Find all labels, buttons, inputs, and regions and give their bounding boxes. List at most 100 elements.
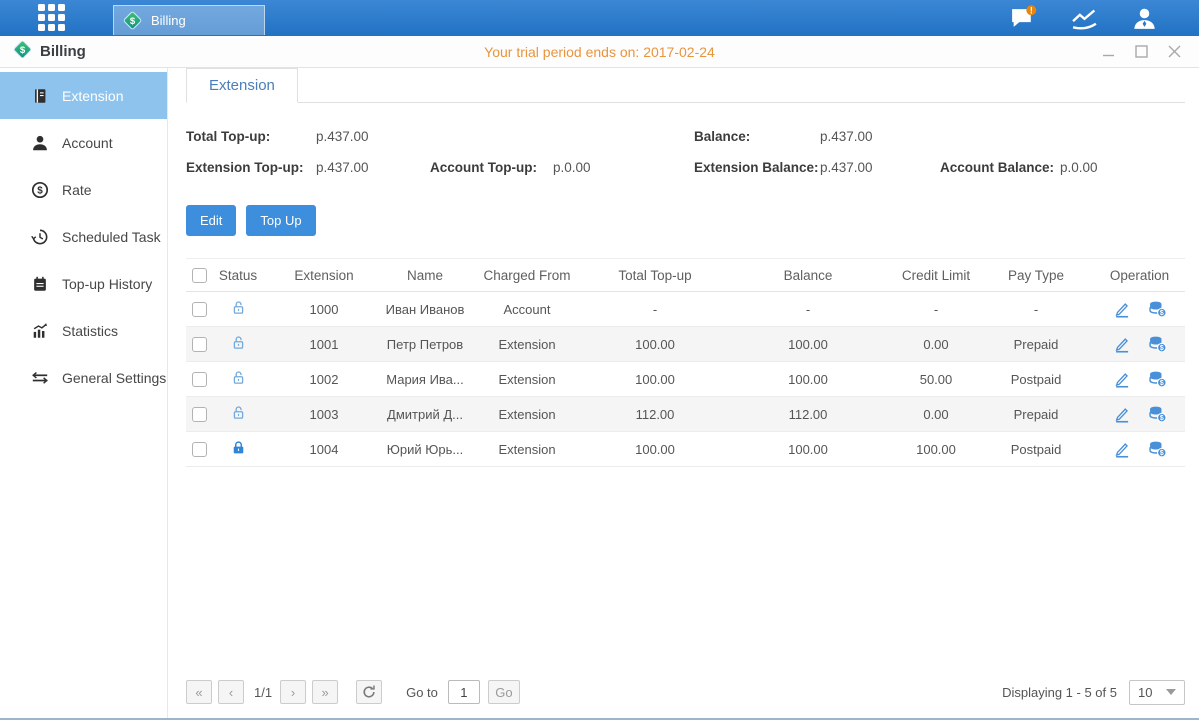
user-account-icon[interactable] xyxy=(1132,7,1157,30)
svg-text:$: $ xyxy=(1159,310,1163,317)
cell-pay-type: Prepaid xyxy=(978,337,1094,352)
prev-page-icon[interactable]: ‹ xyxy=(218,680,244,704)
close-icon[interactable] xyxy=(1168,45,1181,58)
displaying-text: Displaying 1 - 5 of 5 xyxy=(1002,685,1117,700)
cell-credit-limit: 0.00 xyxy=(894,407,978,422)
cell-charged-from: Extension xyxy=(466,372,588,387)
sliders-icon xyxy=(30,369,49,387)
edit-row-icon[interactable] xyxy=(1113,440,1131,458)
person-icon xyxy=(30,134,49,152)
row-checkbox[interactable] xyxy=(192,407,207,422)
cell-pay-type: - xyxy=(978,302,1094,317)
taskbar-tab-billing[interactable]: $ Billing xyxy=(113,5,265,35)
topup-row-icon[interactable]: $ xyxy=(1148,335,1167,353)
edit-row-icon[interactable] xyxy=(1113,335,1131,353)
balance-summary: Total Top-up: p.437.00 Balance: p.437.00… xyxy=(186,121,1185,183)
page-indicator: 1/1 xyxy=(254,685,272,700)
cell-name: Петр Петров xyxy=(384,337,466,352)
cell-extension: 1002 xyxy=(264,372,384,387)
locked-icon[interactable] xyxy=(230,439,247,456)
extension-balance-label: Extension Balance: xyxy=(694,160,820,175)
tab-extension[interactable]: Extension xyxy=(186,68,298,103)
sidebar: ExtensionAccount$RateScheduled TaskTop-u… xyxy=(0,68,168,718)
column-header-charged-from: Charged From xyxy=(466,268,588,283)
book-icon xyxy=(30,87,49,105)
topup-row-icon[interactable]: $ xyxy=(1148,440,1167,458)
unlocked-icon[interactable] xyxy=(230,334,247,351)
cell-extension: 1001 xyxy=(264,337,384,352)
table-row: 1004Юрий Юрь...Extension100.00100.00100.… xyxy=(186,432,1185,467)
cell-extension: 1003 xyxy=(264,407,384,422)
cell-name: Иван Иванов xyxy=(384,302,466,317)
last-page-icon[interactable]: » xyxy=(312,680,338,704)
row-checkbox[interactable] xyxy=(192,302,207,317)
first-page-icon[interactable]: « xyxy=(186,680,212,704)
sidebar-item-top-up-history[interactable]: Top-up History xyxy=(0,260,167,307)
unlocked-icon[interactable] xyxy=(230,299,247,316)
balance-value: p.437.00 xyxy=(820,129,873,144)
sidebar-item-account[interactable]: Account xyxy=(0,119,167,166)
row-checkbox[interactable] xyxy=(192,372,207,387)
column-header-balance: Balance xyxy=(722,268,894,283)
account-topup-value: p.0.00 xyxy=(553,160,694,175)
total-topup-value: p.437.00 xyxy=(316,129,694,144)
edit-row-icon[interactable] xyxy=(1113,300,1131,318)
cell-balance: - xyxy=(722,302,894,317)
svg-text:$: $ xyxy=(20,45,26,56)
cell-charged-from: Extension xyxy=(466,407,588,422)
cell-total-top-up: 100.00 xyxy=(588,372,722,387)
topup-row-icon[interactable]: $ xyxy=(1148,405,1167,423)
cell-total-top-up: - xyxy=(588,302,722,317)
billing-diamond-icon: $ xyxy=(122,10,143,31)
table-row: 1001Петр ПетровExtension100.00100.000.00… xyxy=(186,327,1185,362)
cell-pay-type: Postpaid xyxy=(978,372,1094,387)
sidebar-item-rate[interactable]: $Rate xyxy=(0,166,167,213)
cell-balance: 112.00 xyxy=(722,407,894,422)
window-titlebar: $ Billing Your trial period ends on: 201… xyxy=(0,36,1199,68)
topup-row-icon[interactable]: $ xyxy=(1148,370,1167,388)
edit-button[interactable]: Edit xyxy=(186,205,236,236)
unlocked-icon[interactable] xyxy=(230,369,247,386)
svg-text:$: $ xyxy=(1159,450,1163,457)
chevron-down-icon xyxy=(1166,689,1176,695)
window-title: Billing xyxy=(40,43,86,60)
messages-icon[interactable]: ! xyxy=(1009,5,1037,31)
refresh-icon[interactable] xyxy=(356,680,382,704)
row-checkbox[interactable] xyxy=(192,337,207,352)
sidebar-item-statistics[interactable]: Statistics xyxy=(0,307,167,354)
column-header-status: Status xyxy=(212,268,264,283)
unlocked-icon[interactable] xyxy=(230,404,247,421)
maximize-icon[interactable] xyxy=(1135,45,1148,58)
taskbar: $ Billing ! xyxy=(0,0,1199,36)
cell-balance: 100.00 xyxy=(722,372,894,387)
reports-chart-icon[interactable] xyxy=(1071,7,1098,30)
sidebar-item-general-settings[interactable]: General Settings xyxy=(0,354,167,401)
svg-text:$: $ xyxy=(1159,345,1163,352)
minimize-icon[interactable] xyxy=(1102,45,1115,58)
cell-credit-limit: 50.00 xyxy=(894,372,978,387)
page-size-select[interactable]: 10 xyxy=(1129,680,1185,705)
go-button[interactable]: Go xyxy=(488,680,520,704)
goto-page-input[interactable] xyxy=(448,680,480,704)
billing-app-window: $ Billing ! xyxy=(0,0,1199,720)
column-header-total-top-up: Total Top-up xyxy=(588,268,722,283)
apps-grid-icon[interactable] xyxy=(38,4,68,32)
edit-row-icon[interactable] xyxy=(1113,405,1131,423)
select-all-checkbox[interactable] xyxy=(192,268,207,283)
svg-text:$: $ xyxy=(1159,415,1163,422)
sidebar-item-extension[interactable]: Extension xyxy=(0,72,167,119)
row-checkbox[interactable] xyxy=(192,442,207,457)
cell-total-top-up: 100.00 xyxy=(588,442,722,457)
taskbar-tab-label: Billing xyxy=(151,13,186,28)
cell-charged-from: Account xyxy=(466,302,588,317)
topup-row-icon[interactable]: $ xyxy=(1148,300,1167,318)
cell-extension: 1004 xyxy=(264,442,384,457)
edit-row-icon[interactable] xyxy=(1113,370,1131,388)
cell-credit-limit: - xyxy=(894,302,978,317)
extension-topup-value: p.437.00 xyxy=(316,160,430,175)
column-header-operation: Operation xyxy=(1094,268,1185,283)
next-page-icon[interactable]: › xyxy=(280,680,306,704)
table-row: 1002Мария Ива...Extension100.00100.0050.… xyxy=(186,362,1185,397)
sidebar-item-scheduled-task[interactable]: Scheduled Task xyxy=(0,213,167,260)
top-up-button[interactable]: Top Up xyxy=(246,205,315,236)
